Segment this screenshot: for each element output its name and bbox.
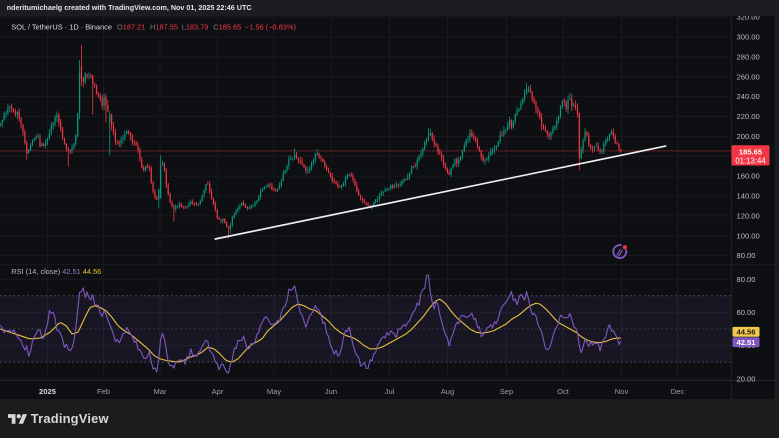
svg-text:SOL / TetherUS · 1D · Binance: SOL / TetherUS · 1D · Binance [11, 22, 112, 31]
svg-text:Jul: Jul [385, 387, 395, 396]
svg-text:240.00: 240.00 [737, 92, 760, 101]
svg-text:RSI (14, close) 42.51 44.56: RSI (14, close) 42.51 44.56 [11, 267, 101, 276]
svg-text:O187.21: O187.21 [117, 22, 145, 31]
svg-text:160.00: 160.00 [737, 172, 760, 181]
svg-text:2025: 2025 [39, 387, 57, 396]
svg-text:Oct: Oct [557, 387, 570, 396]
svg-text:Nov: Nov [615, 387, 629, 396]
svg-text:185.65: 185.65 [739, 147, 763, 156]
svg-text:01:13:44: 01:13:44 [735, 156, 766, 165]
svg-text:Sep: Sep [500, 387, 514, 396]
svg-text:220.00: 220.00 [737, 112, 760, 121]
svg-text:L183.79: L183.79 [182, 22, 209, 31]
svg-text:300.00: 300.00 [737, 33, 760, 42]
svg-text:100.00: 100.00 [737, 231, 760, 240]
svg-text:Feb: Feb [97, 387, 110, 396]
svg-text:42.51: 42.51 [736, 338, 756, 347]
svg-text:260.00: 260.00 [737, 72, 760, 81]
svg-text:20.00: 20.00 [737, 374, 756, 383]
svg-text:140.00: 140.00 [737, 192, 760, 201]
svg-text:May: May [267, 387, 282, 396]
svg-text:Aug: Aug [441, 387, 455, 396]
svg-text:Apr: Apr [212, 387, 224, 396]
svg-text:120.00: 120.00 [737, 212, 760, 221]
svg-text:C185.65: C185.65 [213, 22, 241, 31]
svg-text:H187.55: H187.55 [150, 22, 178, 31]
svg-text:80.00: 80.00 [737, 275, 756, 284]
svg-text:Jun: Jun [325, 387, 337, 396]
svg-text:60.00: 60.00 [737, 308, 756, 317]
svg-text:Dec: Dec [671, 387, 685, 396]
svg-text:280.00: 280.00 [737, 53, 760, 62]
svg-text:80.00: 80.00 [737, 251, 756, 260]
svg-text:Mar: Mar [153, 387, 167, 396]
svg-text:−1.56 (−0.83%): −1.56 (−0.83%) [245, 22, 296, 31]
svg-text:44.56: 44.56 [736, 327, 755, 336]
svg-text:200.00: 200.00 [737, 132, 760, 141]
